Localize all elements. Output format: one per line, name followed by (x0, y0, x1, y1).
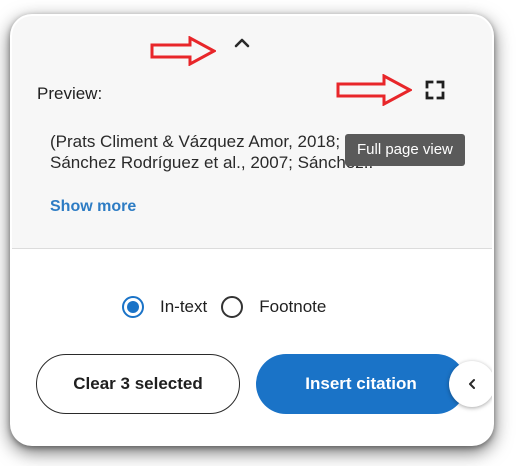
chevron-left-icon (469, 379, 475, 389)
preview-section: Preview: (Prats Climent & Vázquez Amor, … (12, 16, 492, 249)
in-text-label[interactable]: In-text (160, 297, 207, 317)
citation-style-options: In-text Footnote (122, 296, 340, 318)
clear-selected-button[interactable]: Clear 3 selected (36, 354, 240, 414)
full-page-view-button[interactable] (422, 77, 448, 103)
footnote-label[interactable]: Footnote (259, 297, 326, 317)
side-panel-toggle[interactable] (449, 361, 492, 407)
radio-selected-dot (127, 301, 139, 313)
collapse-toggle[interactable] (230, 34, 254, 50)
chevron-up-icon (234, 38, 250, 48)
preview-label: Preview: (37, 84, 103, 103)
show-more-link[interactable]: Show more (50, 198, 136, 216)
red-arrow-icon (336, 74, 412, 106)
citation-controls: In-text Footnote Clear 3 selected Insert… (12, 249, 492, 444)
citation-panel: Preview: (Prats Climent & Vázquez Amor, … (12, 16, 492, 444)
fullscreen-icon (425, 80, 445, 100)
in-text-radio[interactable] (122, 296, 144, 318)
footnote-radio[interactable] (221, 296, 244, 318)
full-page-view-tooltip: Full page view (345, 134, 465, 166)
red-arrow-icon (150, 36, 216, 66)
insert-citation-button[interactable]: Insert citation (256, 354, 466, 414)
